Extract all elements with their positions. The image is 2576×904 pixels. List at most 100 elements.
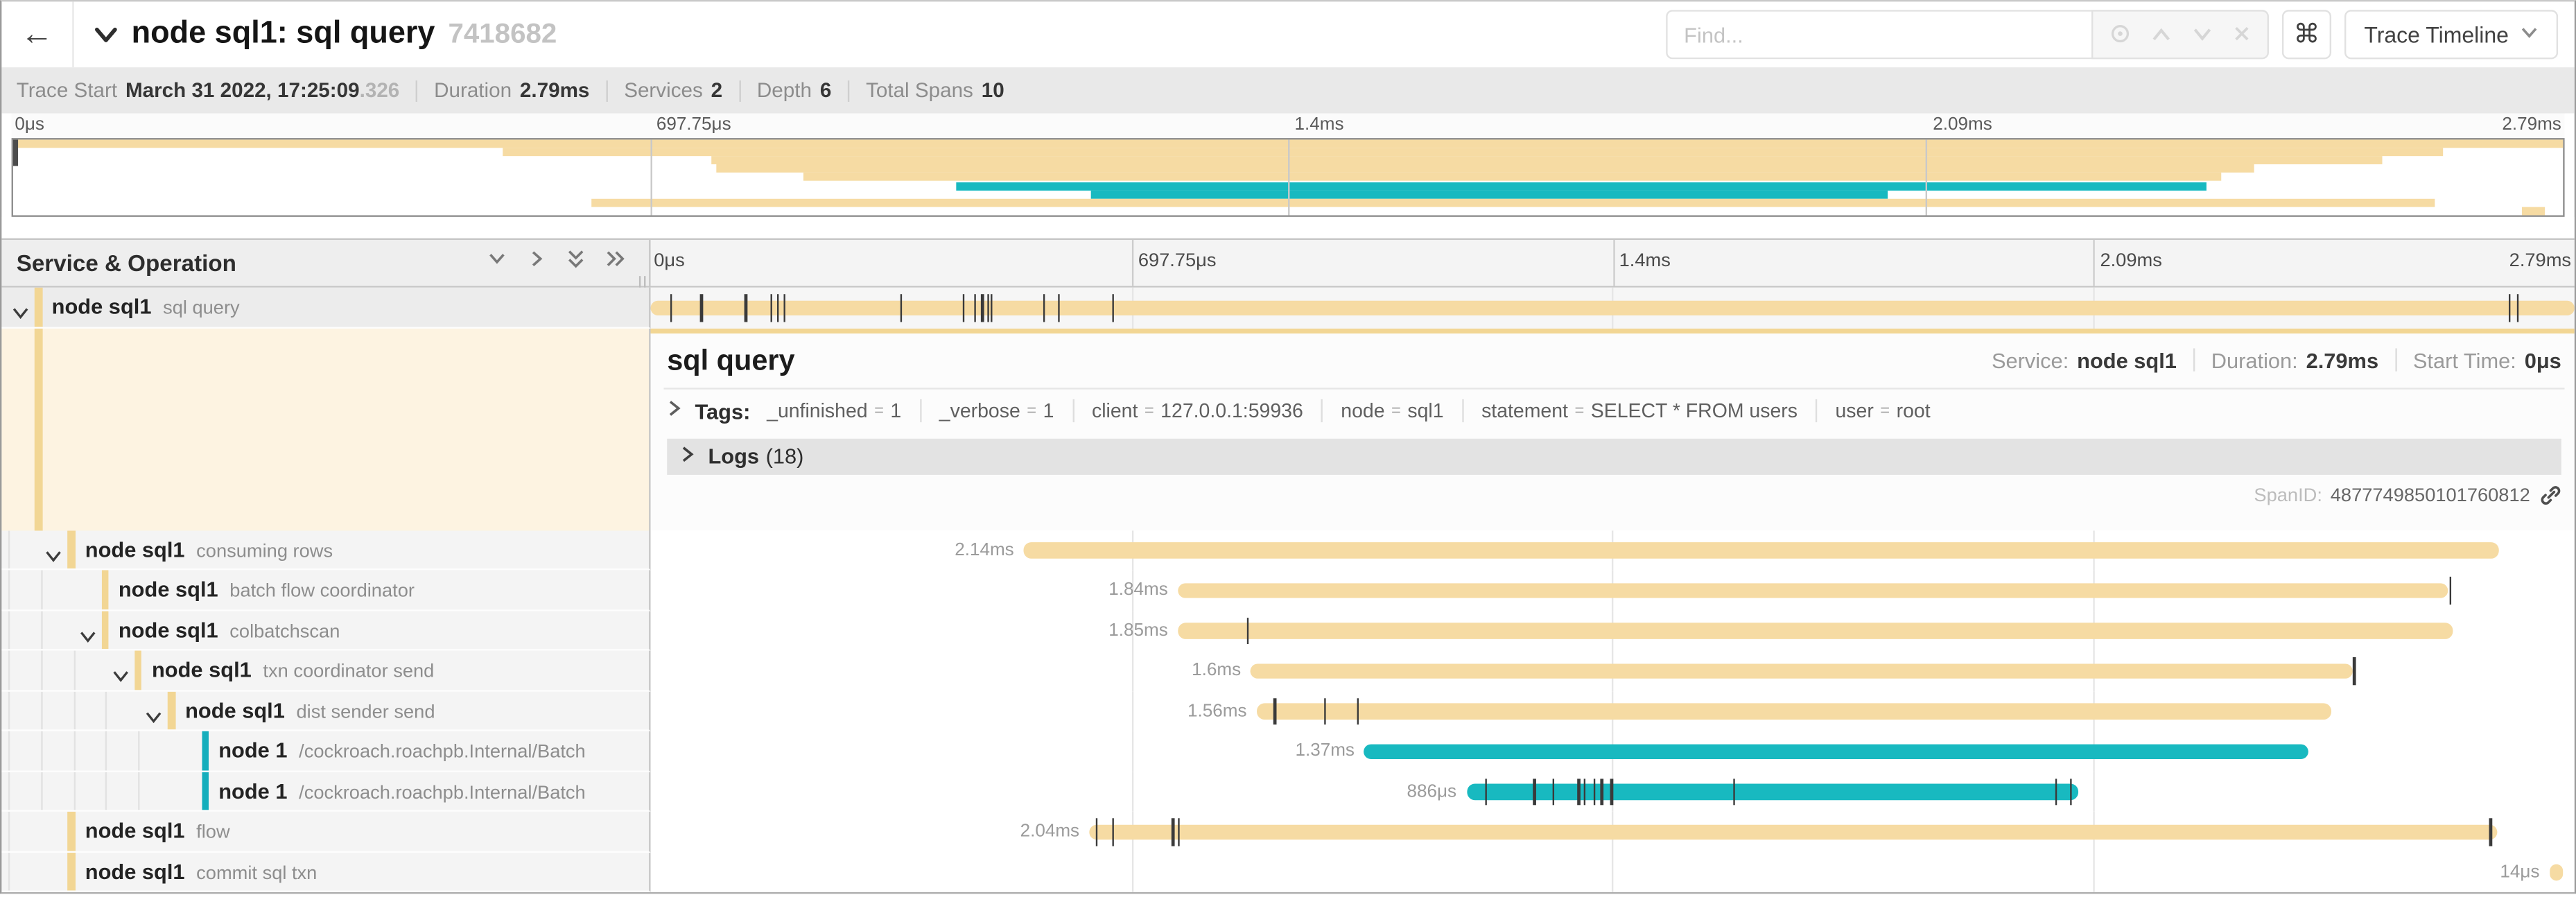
indent-guide [73,651,75,690]
collapse-trace-chevron-icon[interactable] [94,26,119,44]
span-timeline-cell[interactable]: 1.56ms [651,691,2575,731]
span-bar[interactable] [1466,783,2078,799]
back-button[interactable]: ← [1,1,73,67]
span-tree-item[interactable]: node sql1colbatchscan [1,610,650,650]
span-bar[interactable] [2550,864,2563,880]
ruler-tick-label: 0μs [15,115,44,134]
span-color-stripe [68,812,76,851]
span-bar[interactable] [1178,582,2448,598]
expand-tags-chevron-icon[interactable] [667,399,681,422]
span-tree-item[interactable]: node 1/cockroach.roachpb.Internal/Batch [1,731,650,772]
link-icon[interactable] [2540,485,2561,506]
clear-search-icon[interactable] [2233,24,2251,45]
span-bar[interactable] [1024,542,2500,558]
indent-guide [8,731,10,770]
expand-chevron-icon[interactable] [78,622,96,650]
span-timeline-cell[interactable]: 1.84ms [651,570,2575,610]
log-marker-tick [783,294,785,321]
span-row: node sql1consuming rows2.14ms [1,530,2574,570]
span-timeline-cell[interactable]: 2.14ms [651,530,2575,570]
meta-label: Total Spans [866,79,973,102]
span-tree-item[interactable]: node sql1commit sql txn [1,852,650,892]
timeline-minimap[interactable] [12,138,2565,217]
span-timeline-cell[interactable] [651,288,2575,328]
indent-guide [41,570,42,609]
indent-guide [106,691,107,730]
meta-separator [848,80,849,101]
span-timeline-cell[interactable]: 1.6ms [651,651,2575,691]
span-bar[interactable] [1251,663,2353,679]
start-time-label: Start Time: [2413,347,2516,372]
indent-guide [41,610,42,649]
tags-row[interactable]: Tags: _unfinished=1_verbose=1client=127.… [667,389,2561,433]
log-marker-tick [991,294,993,321]
find-input[interactable] [1666,10,2091,59]
keyboard-shortcuts-button[interactable]: ⌘ [2282,10,2331,59]
next-match-icon[interactable] [2192,24,2213,45]
span-rows: node sql1sql query sql query Service:nod… [1,288,2574,894]
collapse-all-icon[interactable] [565,248,586,278]
span-timeline-cell[interactable]: 14μs [651,852,2575,892]
span-tree-item[interactable]: node sql1txn coordinator send [1,651,650,691]
span-tree-item[interactable]: node sql1consuming rows [1,530,650,570]
span-tree-item[interactable]: node sql1dist sender send [1,691,650,731]
log-marker-tick [1059,294,1061,321]
span-detail-left-pane [1,328,650,530]
expand-all-icon[interactable] [604,248,626,278]
tag-key: node [1341,399,1384,422]
span-tree-item[interactable]: node sql1flow [1,812,650,852]
find-group [1666,10,2269,59]
span-service-name: node sql1dist sender send [185,697,435,722]
indent-guide [73,691,75,730]
expand-chevron-icon[interactable] [45,541,63,570]
span-color-stripe [35,288,42,327]
span-duration-label: 1.84ms [1108,580,1168,600]
log-marker-tick [1486,778,1488,805]
collapse-one-icon[interactable] [487,248,508,278]
trace-meta-item: Trace StartMarch 31 2022, 17:25:09.326 [17,79,400,102]
span-detail-panel: sql query Service:node sql1 Duration:2.7… [651,328,2575,530]
indent-guide [8,812,10,851]
page-title: node sql1: sql query [132,17,435,53]
span-tree-item[interactable]: node sql1sql query [1,288,650,328]
span-service-name: node sql1txn coordinator send [152,657,434,682]
meta-separator [739,80,740,101]
span-bar[interactable] [651,300,2575,316]
span-bar[interactable] [1364,743,2309,759]
view-selector-button[interactable]: Trace Timeline [2344,10,2558,59]
prev-match-icon[interactable] [2150,24,2172,45]
expand-chevron-icon[interactable] [112,662,130,690]
span-operation-name: dist sender send [296,702,435,722]
span-timeline-cell[interactable]: 886μs [651,772,2575,812]
span-tree-item[interactable]: node 1/cockroach.roachpb.Internal/Batch [1,772,650,812]
minimap-span-bar [717,165,2254,173]
expand-chevron-icon[interactable] [145,702,163,731]
span-color-stripe [68,530,76,568]
span-timeline-cell[interactable]: 2.04ms [651,812,2575,852]
span-service-name: node sql1sql query [52,294,240,319]
expand-one-icon[interactable] [525,248,547,278]
span-duration-label: 1.6ms [1192,661,1241,680]
span-service-name: node sql1flow [85,818,230,843]
log-marker-tick [2449,577,2451,604]
span-row: node sql1dist sender send 1.56ms [1,691,2574,731]
span-tree-item[interactable]: node sql1batch flow coordinator [1,570,650,610]
span-bar[interactable] [1089,824,2497,840]
match-target-icon[interactable] [2109,22,2131,47]
expand-logs-chevron-icon[interactable] [680,444,695,469]
indent-guide [139,731,140,770]
logs-row[interactable]: Logs (18) [667,438,2561,474]
log-marker-tick [1247,617,1249,644]
log-marker-tick [982,294,984,321]
expand-chevron-icon[interactable] [12,299,30,327]
tag-item: _verbose=1 [919,399,1072,422]
span-timeline-cell[interactable]: 1.37ms [651,731,2575,772]
span-bar[interactable] [1178,623,2453,638]
span-duration-label: 1.37ms [1295,741,1355,760]
span-timeline-cell[interactable]: 1.85ms [651,610,2575,650]
span-bar[interactable] [1257,703,2332,719]
meta-separator [416,80,417,101]
span-detail-title: sql query [667,342,1992,377]
meta-label: Duration [434,79,512,102]
minimap-drag-handle[interactable] [13,139,18,166]
